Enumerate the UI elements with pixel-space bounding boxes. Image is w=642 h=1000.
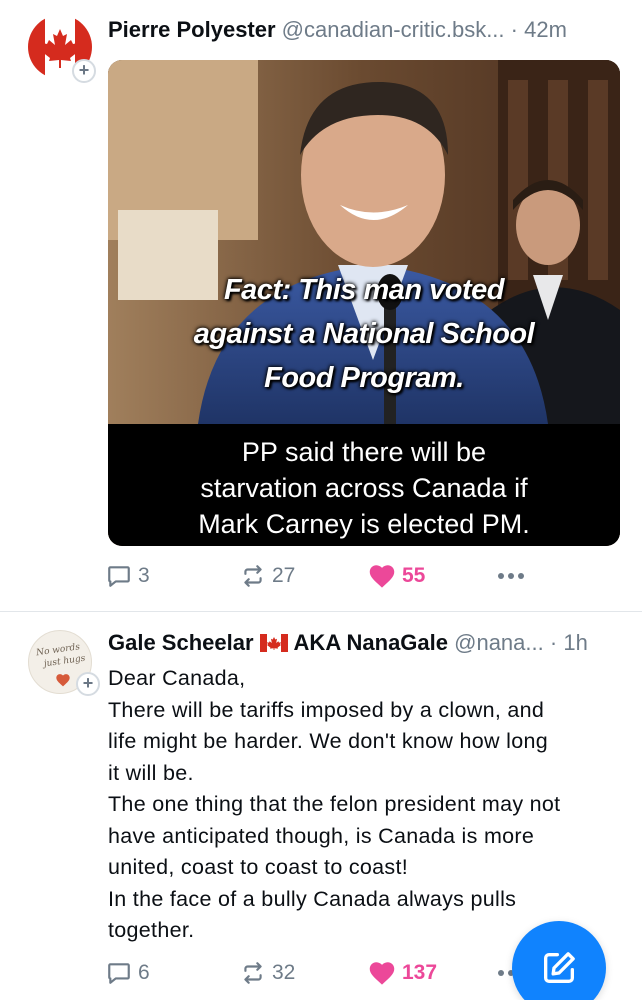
post-text-line: have anticipated though, is Canada is mo… — [108, 823, 535, 848]
separator-dot: · — [510, 17, 518, 42]
like-button[interactable]: 55 — [368, 558, 425, 594]
avatar-wrap[interactable]: No words just hugs + — [28, 630, 100, 696]
heart-icon — [369, 962, 395, 985]
image-caption-line: against a National School — [193, 318, 535, 350]
post-time[interactable]: 1h — [563, 630, 587, 655]
image-subtitle-line: starvation across Canada if — [200, 473, 528, 503]
author-handle[interactable]: @canadian-critic.bsk... — [282, 17, 505, 42]
post-text-line: In the face of a bully Canada always pul… — [108, 886, 517, 911]
repost-count: 27 — [272, 564, 296, 587]
author-name[interactable]: Pierre Polyester — [108, 17, 276, 42]
canada-flag-icon — [259, 634, 288, 652]
heart-icon — [369, 565, 395, 588]
repost-button[interactable]: 32 — [240, 955, 295, 991]
post-divider — [0, 611, 642, 612]
post-text-line: life might be harder. We don't know how … — [108, 729, 548, 753]
like-count: 137 — [402, 961, 438, 984]
reply-button[interactable]: 6 — [106, 955, 150, 991]
speech-bubble-icon — [108, 963, 130, 984]
repost-count: 32 — [272, 961, 296, 984]
image-subtitle-line: Mark Carney is elected PM. — [198, 509, 530, 539]
post-text-line: Dear Canada, — [108, 666, 246, 690]
repost-button[interactable]: 27 — [240, 558, 295, 594]
more-options-button[interactable] — [496, 558, 526, 594]
repost-arrows-icon — [244, 962, 262, 984]
feed-post[interactable]: + Pierre Polyester @canadian-critic.bsk.… — [0, 0, 642, 612]
small-heart-icon — [56, 674, 70, 687]
author-name[interactable]: Gale Scheelar — [108, 630, 254, 655]
post-text-line: The one thing that the felon president m… — [108, 792, 561, 816]
separator-dot: · — [549, 630, 558, 655]
author-alias[interactable]: AKA NanaGale — [294, 630, 448, 655]
post-header: Gale Scheelar AKA NanaGale @nana... · 1h — [108, 627, 622, 659]
author-handle[interactable]: @nana... — [454, 630, 544, 655]
post-header: Pierre Polyester @canadian-critic.bsk...… — [108, 14, 622, 46]
reply-count: 3 — [138, 564, 150, 587]
reply-button[interactable]: 3 — [106, 558, 150, 594]
post-time[interactable]: 42m — [524, 17, 567, 42]
post-image[interactable]: Fact: This man voted against a National … — [108, 60, 620, 546]
post-actions: 3 27 55 — [106, 558, 626, 594]
follow-plus-icon[interactable]: + — [76, 672, 100, 696]
avatar-handwriting: No words just hugs — [35, 642, 86, 670]
avatar-wrap[interactable]: + — [28, 15, 96, 83]
ellipsis-icon — [498, 573, 524, 579]
post-text-line: united, coast to coast to coast! — [108, 855, 409, 879]
like-count: 55 — [402, 564, 426, 587]
speech-bubble-icon — [108, 566, 130, 587]
image-subtitle-line: PP said there will be — [241, 437, 487, 467]
follow-plus-icon[interactable]: + — [72, 59, 96, 83]
like-button[interactable]: 137 — [368, 955, 437, 991]
image-caption-line: Food Program. — [264, 362, 464, 394]
post-text-line: it will be. — [108, 760, 194, 785]
image-caption-line: Fact: This man voted — [223, 274, 505, 306]
post-text-line: There will be tariffs imposed by a clown… — [108, 697, 545, 722]
post-text[interactable]: Dear Canada, There will be tariffs impos… — [108, 663, 618, 947]
compose-pencil-icon — [544, 952, 575, 983]
image-subtitle-bar: PP said there will be starvation across … — [108, 424, 620, 546]
reply-count: 6 — [138, 961, 150, 984]
repost-arrows-icon — [244, 565, 262, 587]
